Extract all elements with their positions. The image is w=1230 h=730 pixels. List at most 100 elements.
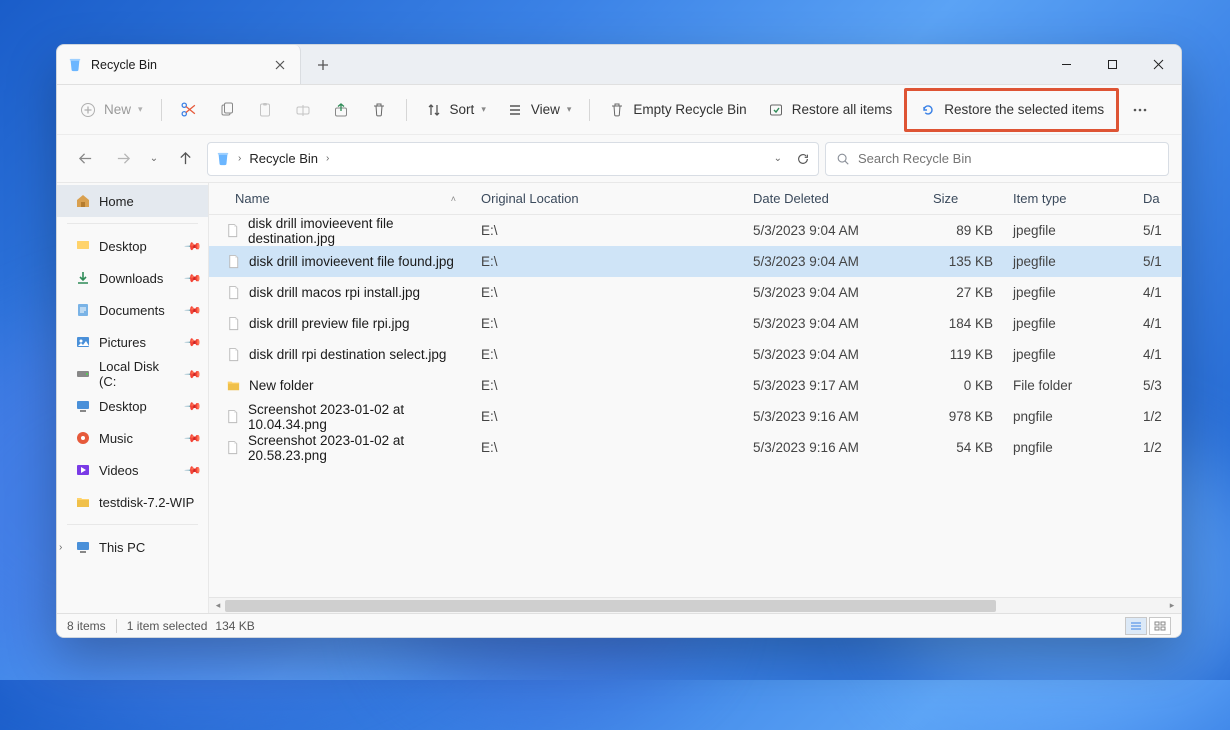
cell-original-location: E:\	[471, 254, 743, 269]
forward-button[interactable]	[107, 143, 139, 175]
cell-date-deleted: 5/3/2023 9:17 AM	[743, 378, 923, 393]
table-row[interactable]: New folderE:\5/3/2023 9:17 AM0 KBFile fo…	[209, 370, 1181, 401]
cell-date-deleted: 5/3/2023 9:04 AM	[743, 347, 923, 362]
cell-date-deleted: 5/3/2023 9:16 AM	[743, 409, 923, 424]
cut-button[interactable]	[172, 93, 206, 127]
music-icon	[75, 430, 91, 446]
breadcrumb-chevron-icon[interactable]: ›	[238, 153, 241, 164]
address-bar[interactable]: › Recycle Bin › ⌄	[207, 142, 819, 176]
thumbnails-view-button[interactable]	[1149, 617, 1171, 635]
tab-recycle-bin[interactable]: Recycle Bin	[57, 45, 301, 84]
scroll-left-icon[interactable]: ◂	[211, 600, 225, 612]
table-row[interactable]: disk drill preview file rpi.jpgE:\5/3/20…	[209, 308, 1181, 339]
table-row[interactable]: disk drill rpi destination select.jpgE:\…	[209, 339, 1181, 370]
column-header-item-type[interactable]: Item type	[1003, 183, 1133, 214]
address-dropdown-icon[interactable]: ⌄	[774, 153, 782, 164]
close-window-button[interactable]	[1135, 45, 1181, 84]
file-name: disk drill macos rpi install.jpg	[249, 285, 420, 300]
file-icon	[225, 409, 240, 425]
column-header-date-deleted[interactable]: Date Deleted	[743, 183, 923, 214]
scrollbar-thumb[interactable]	[225, 600, 996, 612]
sidebar-home[interactable]: Home	[57, 185, 208, 217]
new-button[interactable]: New ▾	[71, 93, 151, 127]
disk-icon	[75, 366, 91, 382]
download-icon	[75, 270, 91, 286]
restore-selected-button[interactable]: Restore the selected items	[911, 93, 1112, 127]
sort-button[interactable]: Sort ▾	[417, 93, 494, 127]
horizontal-scrollbar[interactable]: ◂ ▸	[209, 597, 1181, 613]
copy-button[interactable]	[210, 93, 244, 127]
sidebar-item-local-disk-c-[interactable]: Local Disk (C:📌	[57, 358, 208, 390]
delete-button[interactable]	[362, 93, 396, 127]
rename-button[interactable]	[286, 93, 320, 127]
sidebar-item-pictures[interactable]: Pictures📌	[57, 326, 208, 358]
chevron-right-icon[interactable]: ›	[59, 542, 62, 553]
new-label: New	[104, 102, 131, 117]
sidebar-item-desktop[interactable]: Desktop📌	[57, 390, 208, 422]
empty-recycle-bin-button[interactable]: Empty Recycle Bin	[600, 93, 754, 127]
status-size: 134 KB	[215, 619, 254, 633]
sidebar-item-desktop[interactable]: Desktop📌	[57, 230, 208, 262]
share-button[interactable]	[324, 93, 358, 127]
new-tab-button[interactable]	[301, 45, 345, 84]
cell-date-deleted: 5/3/2023 9:16 AM	[743, 440, 923, 455]
recent-locations-button[interactable]: ⌄	[145, 143, 163, 175]
column-header-name[interactable]: Name ˄	[209, 183, 471, 214]
status-selection: 1 item selected	[127, 619, 208, 633]
column-header-original-location[interactable]: Original Location	[471, 183, 743, 214]
column-header-date-created[interactable]: Da	[1133, 183, 1173, 214]
search-input[interactable]	[858, 151, 1158, 166]
back-button[interactable]	[69, 143, 101, 175]
copy-icon	[218, 101, 236, 119]
file-name: disk drill imovieevent file destination.…	[248, 216, 461, 246]
cell-type: pngfile	[1003, 409, 1133, 424]
paste-button[interactable]	[248, 93, 282, 127]
sidebar-item-label: Videos	[99, 463, 139, 478]
table-row[interactable]: disk drill imovieevent file destination.…	[209, 215, 1181, 246]
breadcrumb-chevron-icon[interactable]: ›	[326, 153, 329, 164]
view-toggle	[1125, 617, 1171, 635]
cell-original-location: E:\	[471, 347, 743, 362]
more-button[interactable]	[1123, 93, 1157, 127]
file-name: disk drill preview file rpi.jpg	[249, 316, 410, 331]
table-row[interactable]: Screenshot 2023-01-02 at 10.04.34.pngE:\…	[209, 401, 1181, 432]
up-button[interactable]	[169, 143, 201, 175]
scrollbar-track[interactable]	[225, 600, 1165, 612]
sidebar-item-videos[interactable]: Videos📌	[57, 454, 208, 486]
tab-close-button[interactable]	[270, 55, 290, 75]
file-icon	[225, 254, 241, 270]
sidebar-item-label: Local Disk (C:	[99, 359, 178, 389]
sidebar-item-testdisk-7-2-wip[interactable]: testdisk-7.2-WIP	[57, 486, 208, 518]
chevron-down-icon: ▾	[567, 104, 572, 115]
sidebar-this-pc[interactable]: › This PC	[57, 531, 208, 563]
scroll-right-icon[interactable]: ▸	[1165, 600, 1179, 612]
search-box[interactable]	[825, 142, 1169, 176]
chevron-down-icon: ▾	[481, 104, 486, 115]
folder-icon	[75, 494, 91, 510]
empty-label: Empty Recycle Bin	[633, 102, 746, 117]
breadcrumb-location[interactable]: Recycle Bin	[249, 151, 318, 166]
more-icon	[1131, 101, 1149, 119]
paste-icon	[256, 101, 274, 119]
restore-all-button[interactable]: Restore all items	[759, 93, 901, 127]
column-header-size[interactable]: Size	[923, 183, 1003, 214]
file-icon	[225, 440, 240, 456]
toolbar: New ▾	[57, 85, 1181, 135]
minimize-button[interactable]	[1043, 45, 1089, 84]
cell-date-created: 4/1	[1133, 316, 1173, 331]
table-row[interactable]: Screenshot 2023-01-02 at 20.58.23.pngE:\…	[209, 432, 1181, 463]
maximize-button[interactable]	[1089, 45, 1135, 84]
cell-date-deleted: 5/3/2023 9:04 AM	[743, 285, 923, 300]
sidebar-item-documents[interactable]: Documents📌	[57, 294, 208, 326]
sidebar-item-downloads[interactable]: Downloads📌	[57, 262, 208, 294]
cell-size: 184 KB	[923, 316, 1003, 331]
column-headers: Name ˄ Original Location Date Deleted Si…	[209, 183, 1181, 215]
table-row[interactable]: disk drill imovieevent file found.jpgE:\…	[209, 246, 1181, 277]
sidebar-item-music[interactable]: Music📌	[57, 422, 208, 454]
table-row[interactable]: disk drill macos rpi install.jpgE:\5/3/2…	[209, 277, 1181, 308]
sidebar-item-label: testdisk-7.2-WIP	[99, 495, 194, 510]
view-button[interactable]: View ▾	[498, 93, 580, 127]
refresh-button[interactable]	[796, 152, 810, 166]
details-view-button[interactable]	[1125, 617, 1147, 635]
pin-icon: 📌	[184, 237, 203, 256]
